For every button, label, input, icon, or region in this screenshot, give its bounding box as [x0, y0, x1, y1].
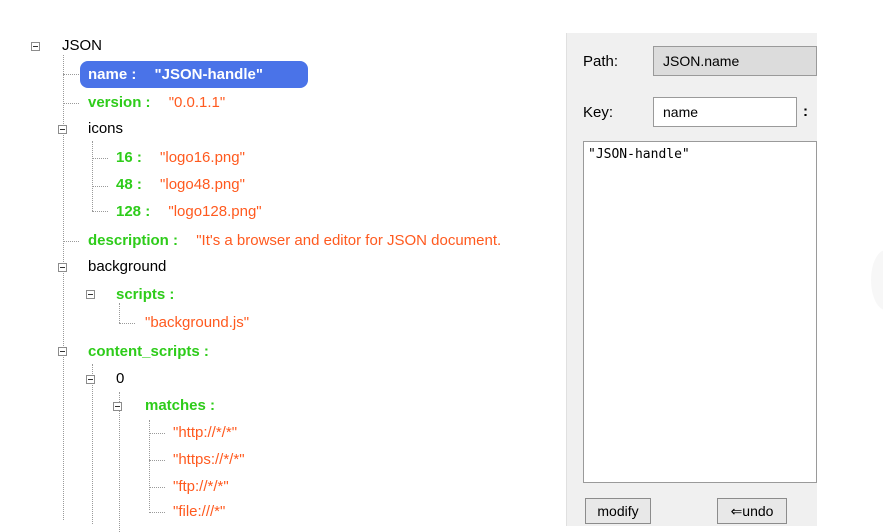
- collapse-toggle-matches[interactable]: [113, 402, 122, 411]
- tree-branch-line: [119, 323, 135, 324]
- path-field: JSON.name: [653, 46, 817, 76]
- tree-branch-line: [63, 241, 79, 242]
- collapse-toggle-content-scripts[interactable]: [58, 347, 67, 356]
- tree-node-icon-16[interactable]: 16 : "logo16.png": [116, 146, 245, 170]
- value-editor[interactable]: "JSON-handle": [583, 141, 817, 483]
- tree-branch-line: [149, 487, 165, 488]
- modify-button[interactable]: modify: [585, 498, 651, 524]
- tree-node-background[interactable]: background: [88, 255, 166, 279]
- tree-node-root[interactable]: JSON: [62, 34, 102, 58]
- tree-node-matches[interactable]: matches :: [145, 394, 215, 418]
- tree-branch-line: [149, 433, 165, 434]
- tree-node-description[interactable]: description : "It's a browser and editor…: [88, 229, 501, 253]
- tree-node-name[interactable]: name : "JSON-handle": [88, 63, 263, 87]
- collapse-toggle-json[interactable]: [31, 42, 40, 51]
- key-label: Key:: [583, 104, 614, 121]
- tree-branch-line: [92, 211, 108, 212]
- tree-guide-line: [92, 141, 93, 211]
- tree-branch-line: [92, 158, 108, 159]
- key-input[interactable]: name: [653, 97, 797, 127]
- path-label: Path:: [583, 53, 619, 70]
- tree-branch-line: [63, 103, 79, 104]
- tree-node-match-2[interactable]: "https://*/*": [173, 448, 245, 472]
- tree-branch-line: [149, 460, 165, 461]
- tree-node-index-0[interactable]: 0: [116, 367, 124, 391]
- tree-node-background-js[interactable]: "background.js": [145, 311, 249, 335]
- tree-branch-line: [149, 512, 165, 513]
- json-tree: JSON name : "JSON-handle" version : "0.0…: [0, 0, 566, 532]
- tree-node-scripts[interactable]: scripts :: [116, 283, 174, 307]
- tree-branch-line: [92, 186, 108, 187]
- tree-guide-line: [92, 364, 93, 524]
- collapse-toggle-index-0[interactable]: [86, 375, 95, 384]
- tree-node-match-4[interactable]: "file:///*": [173, 500, 225, 524]
- tree-node-version[interactable]: version : "0.0.1.1": [88, 91, 225, 115]
- tree-node-match-3[interactable]: "ftp://*/*": [173, 475, 229, 499]
- tree-node-icon-128[interactable]: 128 : "logo128.png": [116, 200, 262, 224]
- node-editor-panel: Path: JSON.name Key: name : "JSON-handle…: [566, 33, 817, 526]
- tree-node-icons[interactable]: icons: [88, 117, 123, 141]
- tree-node-match-1[interactable]: "http://*/*": [173, 421, 237, 445]
- collapse-toggle-background[interactable]: [58, 263, 67, 272]
- collapse-toggle-icons[interactable]: [58, 125, 67, 134]
- tree-guide-line: [119, 392, 120, 532]
- key-value-separator: :: [803, 103, 808, 120]
- tree-node-icon-48[interactable]: 48 : "logo48.png": [116, 173, 245, 197]
- undo-button[interactable]: ⇐undo: [717, 498, 787, 524]
- faint-overlay-shape: [871, 250, 883, 310]
- collapse-toggle-scripts[interactable]: [86, 290, 95, 299]
- tree-node-content-scripts[interactable]: content_scripts :: [88, 340, 209, 364]
- tree-branch-line: [63, 74, 79, 75]
